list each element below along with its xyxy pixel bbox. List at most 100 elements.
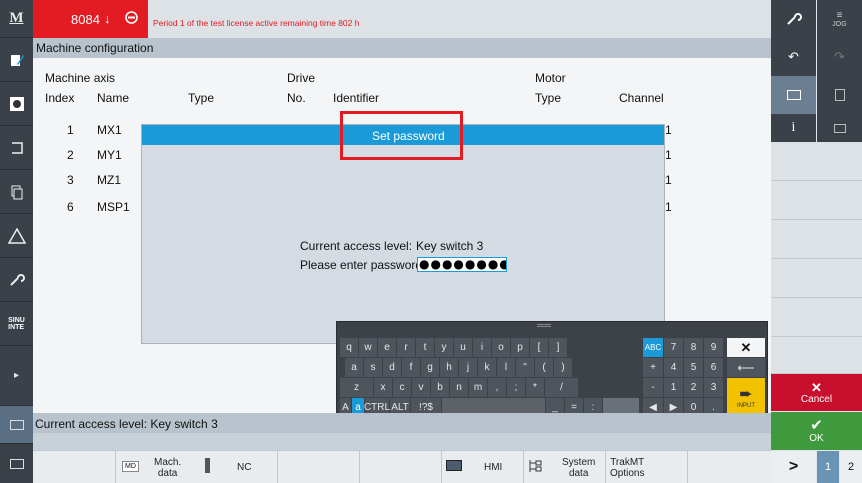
num-key[interactable]: 9 [704, 338, 723, 357]
key[interactable]: ; [507, 378, 525, 397]
vertical-softkey-empty-2[interactable] [771, 181, 862, 220]
key[interactable]: u [454, 338, 472, 357]
key[interactable]: v [412, 378, 430, 397]
key[interactable]: e [378, 338, 396, 357]
softkey-trakmt-options[interactable]: TrakMT Options [606, 451, 687, 483]
key[interactable]: t [416, 338, 434, 357]
key[interactable]: r [397, 338, 415, 357]
key[interactable]: c [393, 378, 411, 397]
ok-button[interactable]: ✔ OK [771, 412, 862, 450]
key[interactable]: p [511, 338, 529, 357]
key[interactable]: , [488, 378, 506, 397]
column-header-name: Name [97, 91, 130, 105]
diagnostics-button[interactable] [0, 214, 33, 258]
num-key[interactable]: 7 [664, 338, 683, 357]
on-screen-keyboard: q w e r t y u i o p [ ] a s d f g h j k … [336, 321, 768, 428]
key[interactable]: * [526, 378, 544, 397]
num-key[interactable]: 4 [664, 358, 683, 377]
key[interactable]: i [473, 338, 491, 357]
next-softkeys-button[interactable]: > [771, 451, 816, 483]
keyboard-view-button[interactable] [771, 76, 816, 114]
password-input[interactable]: ●●●●●●●●● [417, 257, 507, 272]
calculator-button[interactable] [817, 76, 862, 114]
checkmark-icon: ✔ [810, 417, 823, 434]
column-header-channel: Channel [619, 91, 664, 105]
expand-button[interactable]: ▸ [0, 346, 33, 406]
key[interactable]: k [478, 358, 496, 377]
key[interactable]: q [340, 338, 358, 357]
key[interactable]: [ [530, 338, 548, 357]
vertical-softkey-empty-3[interactable] [771, 220, 862, 259]
num-key[interactable]: 6 [704, 358, 723, 377]
key[interactable]: " [516, 358, 534, 377]
vertical-softkey-empty-1[interactable] [771, 142, 862, 181]
program-edit-button[interactable] [0, 38, 33, 82]
backspace-key[interactable]: ⟵ [727, 358, 765, 377]
softkey-empty-1[interactable] [278, 451, 359, 483]
key[interactable]: / [545, 378, 578, 397]
num-key[interactable]: - [643, 378, 663, 397]
files-icon [11, 185, 22, 199]
key[interactable]: h [440, 358, 458, 377]
input-key[interactable]: ➨ INPUT [727, 378, 765, 417]
keyboard-toggle-button[interactable] [0, 406, 33, 444]
page-number: 2 [847, 461, 855, 473]
screenshot-button[interactable] [817, 114, 862, 142]
key[interactable]: f [402, 358, 420, 377]
num-key[interactable]: 8 [684, 338, 703, 357]
key[interactable]: x [374, 378, 392, 397]
num-key[interactable]: 3 [704, 378, 723, 397]
key[interactable]: g [421, 358, 439, 377]
softkey-system-data[interactable]: System data [524, 451, 605, 483]
key[interactable]: a [345, 358, 363, 377]
softkey-empty-3[interactable] [688, 451, 771, 483]
status-bar: Current access level: Key switch 3 [33, 413, 771, 433]
key[interactable]: m [469, 378, 487, 397]
jog-button[interactable]: ≡ JOG [817, 0, 862, 38]
page-2-button[interactable]: 2 [840, 451, 862, 483]
key[interactable]: z [340, 378, 373, 397]
vertical-softkey-empty-5[interactable] [771, 298, 862, 337]
softkey-empty-2[interactable] [360, 451, 441, 483]
undo-button[interactable]: ↶ [771, 38, 816, 76]
sinumerik-button[interactable]: SINU INTE [0, 302, 33, 346]
abc-key[interactable]: ABC [643, 338, 663, 357]
info-button[interactable]: i [771, 114, 816, 142]
keyboard-drag-handle[interactable] [537, 324, 551, 327]
program-manager-button[interactable] [0, 170, 33, 214]
input-arrow-icon: ➨ [739, 385, 753, 403]
cancel-button[interactable]: ✕ Cancel [771, 374, 862, 411]
keyboard-toggle-button-2[interactable] [0, 444, 33, 483]
redo-button[interactable]: ↷ [817, 38, 862, 76]
vertical-softkey-empty-6[interactable] [771, 337, 862, 374]
key[interactable]: b [431, 378, 449, 397]
softkey-hmi[interactable]: HMI [442, 451, 523, 483]
softkey-mach-data[interactable]: MD Mach. data [116, 451, 196, 483]
key[interactable]: ( [535, 358, 553, 377]
key[interactable]: d [383, 358, 401, 377]
key[interactable]: o [492, 338, 510, 357]
key[interactable]: w [359, 338, 377, 357]
softkey-nc[interactable]: NC [197, 451, 277, 483]
num-key[interactable]: 2 [684, 378, 703, 397]
setup-button[interactable] [0, 258, 33, 302]
program-button[interactable] [0, 126, 33, 170]
key[interactable]: ] [549, 338, 567, 357]
close-keyboard-button[interactable]: ✕ [727, 338, 765, 357]
page-1-button[interactable]: 1 [817, 451, 839, 483]
key[interactable]: n [450, 378, 468, 397]
key[interactable]: y [435, 338, 453, 357]
settings-wrench-button[interactable] [771, 0, 816, 38]
key[interactable]: j [459, 358, 477, 377]
key[interactable]: ) [554, 358, 572, 377]
row-index: 3 [67, 173, 74, 187]
machine-area-button[interactable]: M [0, 0, 33, 38]
vertical-softkey-empty-4[interactable] [771, 259, 862, 298]
num-key[interactable]: 1 [664, 378, 683, 397]
softkey-label: System data [562, 457, 596, 479]
num-key[interactable]: + [643, 358, 663, 377]
key[interactable]: s [364, 358, 382, 377]
num-key[interactable]: 5 [684, 358, 703, 377]
key[interactable]: l [497, 358, 515, 377]
offset-button[interactable] [0, 82, 33, 126]
